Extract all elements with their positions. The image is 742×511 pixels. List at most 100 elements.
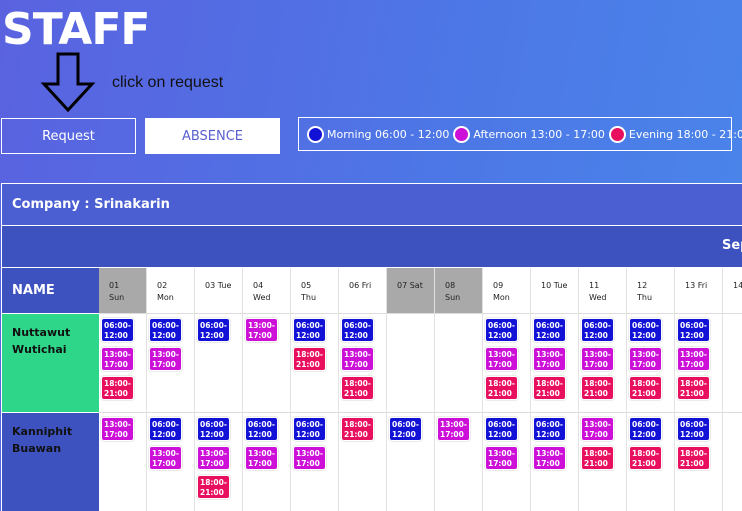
shift-chip[interactable]: 06:00- 12:00 xyxy=(197,417,230,441)
schedule-cell[interactable]: 06:00- 12:00 18:00- 21:00 xyxy=(627,412,675,511)
shift-chip[interactable]: 13:00- 17:00 xyxy=(101,347,134,371)
schedule-cell[interactable]: 06:00- 12:00 13:00- 17:00 18:00- 21:00 xyxy=(579,313,627,412)
schedule-cell[interactable]: 06:00- 12:00 13:00- 17:00 18:00- 21:00 xyxy=(483,313,531,412)
shift-chip[interactable]: 13:00- 17:00 xyxy=(101,417,134,441)
schedule-cell[interactable]: 06:00- 12:00 xyxy=(387,412,435,511)
arrow-down-icon xyxy=(40,52,96,113)
schedule-cell[interactable] xyxy=(435,313,483,412)
shift-end: 17:00 xyxy=(488,459,512,468)
schedule-cell[interactable]: 06:00- 12:00 13:00- 17:00 xyxy=(483,412,531,511)
shift-chip[interactable]: 06:00- 12:00 xyxy=(677,417,710,441)
shift-start: 06:00- xyxy=(152,420,179,429)
schedule-cell[interactable] xyxy=(387,313,435,412)
shift-start: 06:00- xyxy=(488,420,515,429)
schedule-cell[interactable]: 06:00- 12:00 13:00- 17:00 18:00- 21:00 xyxy=(339,313,387,412)
shift-chip[interactable]: 06:00- 12:00 xyxy=(485,318,518,342)
schedule-cell[interactable]: 06:00- 12:00 13:00- 17:00 xyxy=(243,412,291,511)
shift-end: 21:00 xyxy=(632,459,656,468)
schedule-cell[interactable] xyxy=(723,412,742,511)
shift-chip[interactable]: 13:00- 17:00 xyxy=(293,446,326,470)
shift-start: 13:00- xyxy=(344,350,371,359)
shift-chip[interactable]: 06:00- 12:00 xyxy=(629,417,662,441)
shift-chip[interactable]: 06:00- 12:00 xyxy=(341,318,374,342)
request-button[interactable]: Request xyxy=(1,118,136,154)
shift-chip[interactable]: 18:00- 21:00 xyxy=(581,376,614,400)
shift-chip[interactable]: 06:00- 12:00 xyxy=(293,318,326,342)
shift-chip[interactable]: 06:00- 12:00 xyxy=(533,318,566,342)
shift-chip[interactable]: 13:00- 17:00 xyxy=(149,347,182,371)
shift-chip[interactable]: 13:00- 17:00 xyxy=(533,446,566,470)
schedule-cell[interactable]: 06:00- 12:00 13:00- 17:00 18:00- 21:00 xyxy=(99,313,147,412)
shift-chip[interactable]: 13:00- 17:00 xyxy=(581,417,614,441)
shift-chip[interactable]: 18:00- 21:00 xyxy=(485,376,518,400)
day-number: 14 xyxy=(733,281,742,290)
shift-chip[interactable]: 06:00- 12:00 xyxy=(245,417,278,441)
schedule-cell[interactable]: 06:00- 12:00 13:00- 17:00 xyxy=(147,313,195,412)
shift-end: 12:00 xyxy=(632,331,656,340)
shift-chip[interactable]: 13:00- 17:00 xyxy=(629,347,662,371)
shift-chip[interactable]: 18:00- 21:00 xyxy=(341,417,374,441)
shift-start: 13:00- xyxy=(584,420,611,429)
shift-chip[interactable]: 13:00- 17:00 xyxy=(149,446,182,470)
schedule-cell[interactable]: 18:00- 21:00 xyxy=(339,412,387,511)
shift-chip[interactable]: 13:00- 17:00 xyxy=(677,347,710,371)
shift-end: 21:00 xyxy=(632,389,656,398)
shift-chip[interactable]: 13:00- 17:00 xyxy=(533,347,566,371)
schedule-cell[interactable]: 06:00- 12:00 13:00- 17:00 18:00- 21:00 xyxy=(627,313,675,412)
schedule-cell[interactable] xyxy=(723,313,742,412)
absence-button[interactable]: ABSENCE xyxy=(145,118,280,154)
shift-start: 13:00- xyxy=(104,350,131,359)
day-header: 13 Fri xyxy=(675,268,723,313)
schedule-cell[interactable]: 13:00- 17:00 xyxy=(435,412,483,511)
schedule-cell[interactable]: 13:00- 17:00 xyxy=(99,412,147,511)
shift-chip[interactable]: 13:00- 17:00 xyxy=(581,347,614,371)
schedule-cell[interactable]: 06:00- 12:00 18:00- 21:00 xyxy=(675,412,723,511)
shift-chip[interactable]: 13:00- 17:00 xyxy=(245,446,278,470)
shift-chip[interactable]: 13:00- 17:00 xyxy=(485,347,518,371)
shift-chip[interactable]: 13:00- 17:00 xyxy=(341,347,374,371)
shift-chip[interactable]: 13:00- 17:00 xyxy=(437,417,470,441)
schedule-cell[interactable]: 13:00- 17:00 18:00- 21:00 xyxy=(579,412,627,511)
schedule-cell[interactable]: 06:00- 12:00 18:00- 21:00 xyxy=(291,313,339,412)
shift-chip[interactable]: 13:00- 17:00 xyxy=(197,446,230,470)
shift-chip[interactable]: 18:00- 21:00 xyxy=(101,376,134,400)
shift-chip[interactable]: 06:00- 12:00 xyxy=(485,417,518,441)
shift-chip[interactable]: 06:00- 12:00 xyxy=(533,417,566,441)
shift-chip[interactable]: 13:00- 17:00 xyxy=(245,318,278,342)
shift-start: 06:00- xyxy=(152,321,179,330)
shift-chip[interactable]: 18:00- 21:00 xyxy=(341,376,374,400)
shift-chip[interactable]: 06:00- 12:00 xyxy=(581,318,614,342)
shift-chip[interactable]: 18:00- 21:00 xyxy=(197,475,230,499)
shift-chip[interactable]: 06:00- 12:00 xyxy=(677,318,710,342)
shift-chip[interactable]: 06:00- 12:00 xyxy=(293,417,326,441)
shift-chip[interactable]: 13:00- 17:00 xyxy=(485,446,518,470)
shift-chip[interactable]: 18:00- 21:00 xyxy=(677,376,710,400)
shift-chip[interactable]: 18:00- 21:00 xyxy=(629,376,662,400)
shift-end: 17:00 xyxy=(152,360,176,369)
schedule-cell[interactable]: 06:00- 12:00 13:00- 17:00 18:00- 21:00 xyxy=(675,313,723,412)
shift-chip[interactable]: 18:00- 21:00 xyxy=(629,446,662,470)
shift-chip[interactable]: 18:00- 21:00 xyxy=(581,446,614,470)
shift-chip[interactable]: 06:00- 12:00 xyxy=(389,417,422,441)
schedule-cell[interactable]: 13:00- 17:00 xyxy=(243,313,291,412)
schedule-cell[interactable]: 06:00- 12:00 13:00- 17:00 18:00- 21:00 xyxy=(195,412,243,511)
shift-end: 12:00 xyxy=(248,430,272,439)
day-name: Wed xyxy=(589,293,607,302)
schedule-cell[interactable]: 06:00- 12:00 13:00- 17:00 xyxy=(291,412,339,511)
employee-name: Kanniphit Buawan xyxy=(2,412,99,511)
day-header: 06 Fri xyxy=(339,268,387,313)
shift-chip[interactable]: 18:00- 21:00 xyxy=(533,376,566,400)
shift-chip[interactable]: 06:00- 12:00 xyxy=(149,318,182,342)
shift-chip[interactable]: 06:00- 12:00 xyxy=(629,318,662,342)
shift-start: 13:00- xyxy=(248,449,275,458)
shift-chip[interactable]: 18:00- 21:00 xyxy=(293,347,326,371)
schedule-cell[interactable]: 06:00- 12:00 13:00- 17:00 xyxy=(147,412,195,511)
schedule-cell[interactable]: 06:00- 12:00 13:00- 17:00 18:00- 21:00 xyxy=(531,313,579,412)
shift-chip[interactable]: 06:00- 12:00 xyxy=(101,318,134,342)
shift-end: 12:00 xyxy=(584,331,608,340)
shift-chip[interactable]: 06:00- 12:00 xyxy=(149,417,182,441)
schedule-cell[interactable]: 06:00- 12:00 13:00- 17:00 xyxy=(531,412,579,511)
schedule-cell[interactable]: 06:00- 12:00 xyxy=(195,313,243,412)
shift-chip[interactable]: 06:00- 12:00 xyxy=(197,318,230,342)
shift-chip[interactable]: 18:00- 21:00 xyxy=(677,446,710,470)
